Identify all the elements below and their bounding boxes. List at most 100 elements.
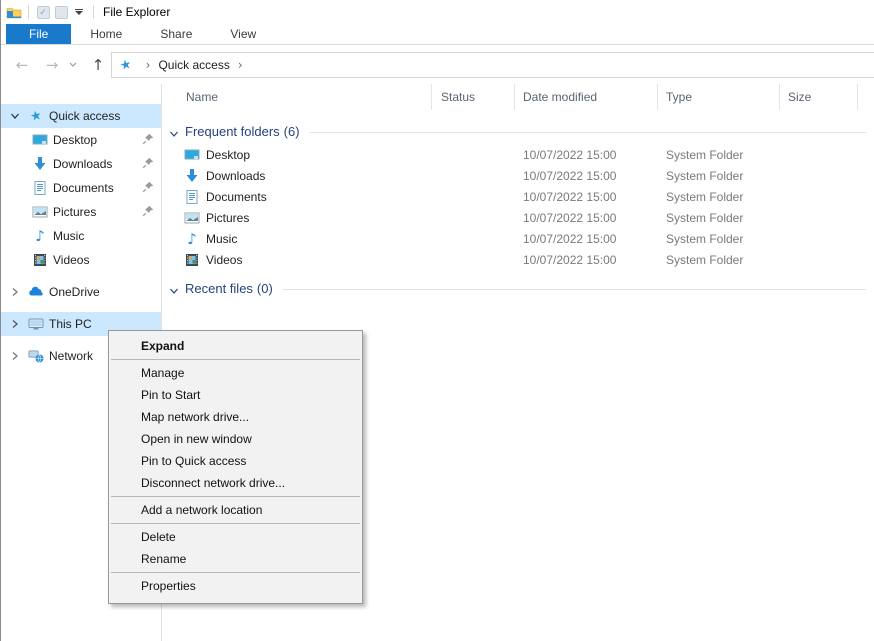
tab-share[interactable]: Share [141, 24, 211, 44]
menu-item-add-network-location[interactable]: Add a network location [109, 499, 362, 521]
desktop-icon [32, 132, 48, 148]
tab-file[interactable]: File [6, 24, 71, 44]
pin-icon [141, 180, 155, 194]
file-row-music[interactable]: ♪ Music 10/07/2022 15:00 System Folder [162, 228, 874, 249]
address-bar[interactable]: ★ › Quick access › [111, 52, 874, 78]
menu-separator [111, 359, 360, 360]
up-button[interactable]: ↑ [85, 45, 111, 84]
sidebar-item-videos[interactable]: Videos [1, 248, 161, 272]
menu-item-pin-to-start[interactable]: Pin to Start [109, 384, 362, 406]
window-title: File Explorer [103, 5, 170, 19]
tab-view[interactable]: View [211, 24, 275, 44]
pictures-icon [32, 204, 48, 220]
downloads-icon [184, 168, 200, 184]
downloads-icon [32, 156, 48, 172]
file-name: Music [206, 232, 237, 246]
file-row-documents[interactable]: Documents 10/07/2022 15:00 System Folder [162, 186, 874, 207]
menu-separator [111, 523, 360, 524]
tab-home[interactable]: Home [71, 24, 141, 44]
file-date-modified: 10/07/2022 15:00 [515, 253, 658, 267]
quick-access-star-icon: ★ [119, 56, 134, 73]
chevron-down-icon [75, 9, 83, 15]
group-label: Recent files [185, 281, 253, 296]
column-header-size[interactable]: Size [780, 84, 858, 110]
menu-item-rename[interactable]: Rename [109, 548, 362, 570]
music-note-icon: ♪ [184, 231, 200, 247]
menu-item-pin-to-quick-access[interactable]: Pin to Quick access [109, 450, 362, 472]
forward-button[interactable]: → [39, 45, 65, 84]
chevron-right-icon[interactable] [9, 350, 21, 362]
sidebar-item-music[interactable]: ♪ Music [1, 224, 161, 248]
chevron-right-icon[interactable] [9, 286, 21, 298]
column-header-row: Name Status Date modified Type Size [162, 84, 874, 110]
qat-new-folder-button[interactable] [52, 4, 70, 20]
menu-item-map-network-drive[interactable]: Map network drive... [109, 406, 362, 428]
file-row-pictures[interactable]: Pictures 10/07/2022 15:00 System Folder [162, 207, 874, 228]
music-note-icon: ♪ [32, 228, 48, 244]
chevron-down-icon[interactable] [169, 284, 179, 294]
pin-icon [141, 204, 155, 218]
file-row-videos[interactable]: Videos 10/07/2022 15:00 System Folder [162, 249, 874, 270]
file-type: System Folder [658, 148, 780, 162]
videos-icon [184, 252, 200, 268]
properties-check-icon: ✓ [37, 6, 50, 19]
ribbon-tab-bar: File Home Share View [1, 24, 874, 45]
menu-item-open-in-new-window[interactable]: Open in new window [109, 428, 362, 450]
documents-icon [32, 180, 48, 196]
title-bar: ✓ File Explorer [1, 0, 874, 24]
file-explorer-logo-icon [5, 4, 23, 20]
menu-item-properties[interactable]: Properties [109, 575, 362, 597]
sidebar-item-label: Pictures [53, 205, 96, 219]
documents-icon [184, 189, 200, 205]
menu-item-disconnect-network-drive[interactable]: Disconnect network drive... [109, 472, 362, 494]
sidebar-item-pictures[interactable]: Pictures [1, 200, 161, 224]
sidebar-item-label: OneDrive [49, 285, 100, 299]
column-header-status[interactable]: Status [432, 84, 515, 110]
chevron-right-icon[interactable] [9, 318, 21, 330]
back-button[interactable]: ← [9, 45, 35, 84]
qat-properties-button[interactable]: ✓ [34, 4, 52, 20]
breadcrumb-chevron-icon[interactable]: › [238, 58, 243, 72]
file-name: Documents [206, 190, 267, 204]
sidebar-item-desktop[interactable]: Desktop [1, 128, 161, 152]
sidebar-item-label: Network [49, 349, 93, 363]
breadcrumb-location[interactable]: Quick access [158, 58, 229, 72]
file-name: Desktop [206, 148, 250, 162]
chevron-down-icon[interactable] [169, 127, 179, 137]
menu-separator [111, 496, 360, 497]
column-header-name[interactable]: Name [162, 84, 432, 110]
group-count: (0) [257, 281, 273, 296]
qat-customize-dropdown-button[interactable] [70, 4, 88, 20]
sidebar-item-downloads[interactable]: Downloads [1, 152, 161, 176]
desktop-icon [184, 147, 200, 163]
sidebar-item-label: Videos [53, 253, 89, 267]
file-type: System Folder [658, 190, 780, 204]
sidebar-spacer [1, 272, 161, 280]
file-name: Videos [206, 253, 242, 267]
file-row-desktop[interactable]: Desktop 10/07/2022 15:00 System Folder [162, 144, 874, 165]
column-header-date-modified[interactable]: Date modified [515, 84, 658, 110]
sidebar-item-label: Documents [53, 181, 114, 195]
column-header-type[interactable]: Type [658, 84, 780, 110]
file-name: Downloads [206, 169, 265, 183]
recent-locations-dropdown[interactable] [65, 45, 81, 84]
menu-item-manage[interactable]: Manage [109, 362, 362, 384]
group-header-frequent-folders[interactable]: Frequent folders (6) [162, 122, 866, 140]
sidebar-item-documents[interactable]: Documents [1, 176, 161, 200]
sidebar-item-quick-access[interactable]: ★ Quick access [1, 104, 161, 128]
pictures-icon [184, 210, 200, 226]
group-count: (6) [284, 124, 300, 139]
chevron-down-icon[interactable] [9, 110, 21, 122]
context-menu-this-pc: Expand Manage Pin to Start Map network d… [108, 330, 363, 604]
group-header-recent-files[interactable]: Recent files (0) [162, 279, 866, 297]
sidebar-item-label: Desktop [53, 133, 97, 147]
file-row-downloads[interactable]: Downloads 10/07/2022 15:00 System Folder [162, 165, 874, 186]
file-date-modified: 10/07/2022 15:00 [515, 169, 658, 183]
menu-item-expand[interactable]: Expand [109, 335, 362, 357]
group-rule [283, 289, 866, 290]
menu-item-delete[interactable]: Delete [109, 526, 362, 548]
this-pc-monitor-icon [28, 316, 44, 332]
file-date-modified: 10/07/2022 15:00 [515, 190, 658, 204]
sidebar-item-onedrive[interactable]: OneDrive [1, 280, 161, 304]
breadcrumb-chevron-icon[interactable]: › [146, 58, 151, 72]
